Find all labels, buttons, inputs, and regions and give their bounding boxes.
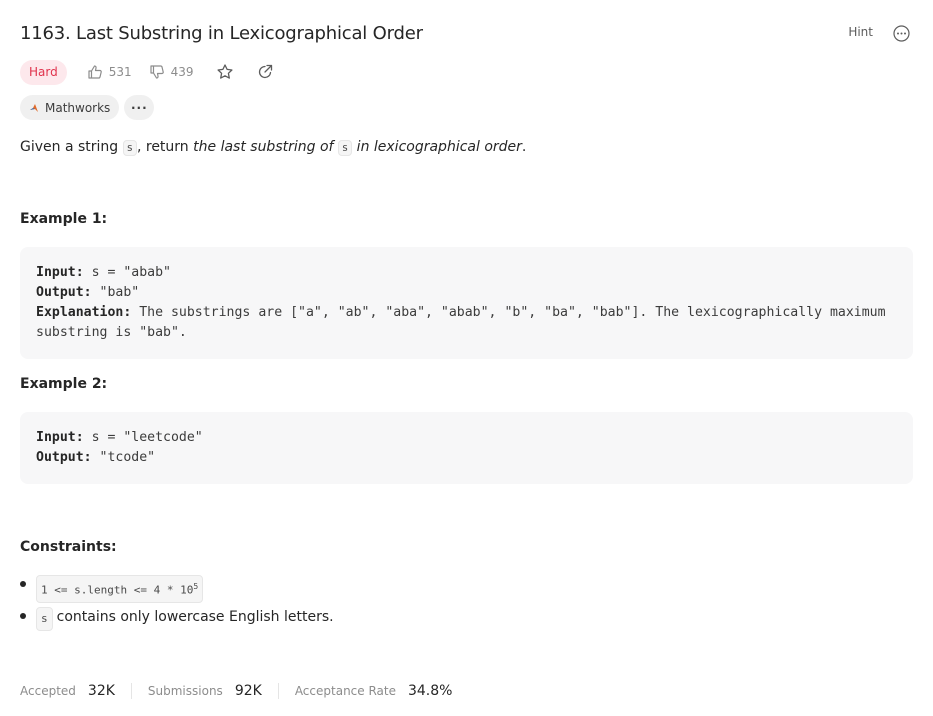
thumbs-up-icon [88,65,102,79]
problem-title[interactable]: 1163. Last Substring in Lexicographical … [20,22,913,46]
difficulty-badge: Hard [20,59,67,85]
example-2-block: Input: s = "leetcode" Output: "tcode" [20,412,913,484]
constraint-item: 1 <= s.length <= 4 * 105 [20,575,334,607]
inline-code-s: s [337,140,353,156]
company-tag-label: Mathworks [45,100,111,115]
stat-label: Accepted [20,684,76,698]
stat-label: Acceptance Rate [294,684,396,698]
like-button[interactable]: 531 [87,64,132,80]
constraints-heading: Constraints: [20,539,117,555]
stat-submissions: Submissions 92K [148,683,262,699]
example-1-block: Input: s = "abab" Output: "bab" Explanat… [20,247,913,359]
example-1-explanation: Explanation: The substrings are ["a", "a… [36,305,886,340]
stat-value: 32K [87,683,115,699]
like-count: 531 [108,65,132,79]
example-2-heading: Example 2: [20,376,108,392]
constraint-code: 1 <= s.length <= 4 * 105 [36,575,204,603]
constraint-text: contains only lowercase English letters. [56,609,334,625]
stat-value: 34.8% [407,683,453,699]
more-options-icon[interactable] [893,25,910,42]
share-button[interactable] [256,63,274,81]
favorite-button[interactable] [216,63,234,81]
dislike-count: 439 [170,65,194,79]
dislike-button[interactable]: 439 [149,64,194,80]
stat-label: Submissions [147,684,223,698]
example-1-heading: Example 1: [20,211,108,227]
thumbs-down-icon [150,65,164,79]
desc-text: Given a string [20,139,123,155]
constraint-code: s [36,607,53,631]
divider [130,683,132,699]
desc-text: . [521,139,527,155]
stat-acceptance-rate: Acceptance Rate 34.8% [295,683,453,699]
more-tags-button[interactable]: ··· [124,95,155,120]
share-icon [258,64,272,79]
star-icon [216,64,233,79]
constraints-list: 1 <= s.length <= 4 * 105 s contains only… [20,575,334,639]
example-2-input: Input: s = "leetcode" [36,430,203,445]
company-tag-mathworks[interactable]: Mathworks [20,95,120,120]
desc-emphasis: the last substring of [193,139,338,155]
example-2-output: Output: "tcode" [36,450,156,465]
stat-value: 92K [234,683,262,699]
mathworks-logo-icon [30,103,38,112]
stat-accepted: Accepted 32K [20,683,115,699]
problem-description: Given a string s, return the last substr… [20,137,526,158]
stats-bar: Accepted 32K Submissions 92K Acceptance … [20,683,452,699]
inline-code-s: s [122,140,137,156]
desc-text: , return [136,139,194,155]
example-1-input: Input: s = "abab" [36,265,171,280]
example-1-output: Output: "bab" [36,285,140,300]
meta-row: Hard 531 439 [20,59,274,85]
hint-button[interactable]: Hint [848,25,873,39]
tags-row: Mathworks ··· [20,95,155,120]
constraint-item: s contains only lowercase English letter… [20,607,334,639]
title-row: 1163. Last Substring in Lexicographical … [20,22,913,48]
desc-emphasis: in lexicographical order [352,139,522,155]
divider [277,683,279,699]
